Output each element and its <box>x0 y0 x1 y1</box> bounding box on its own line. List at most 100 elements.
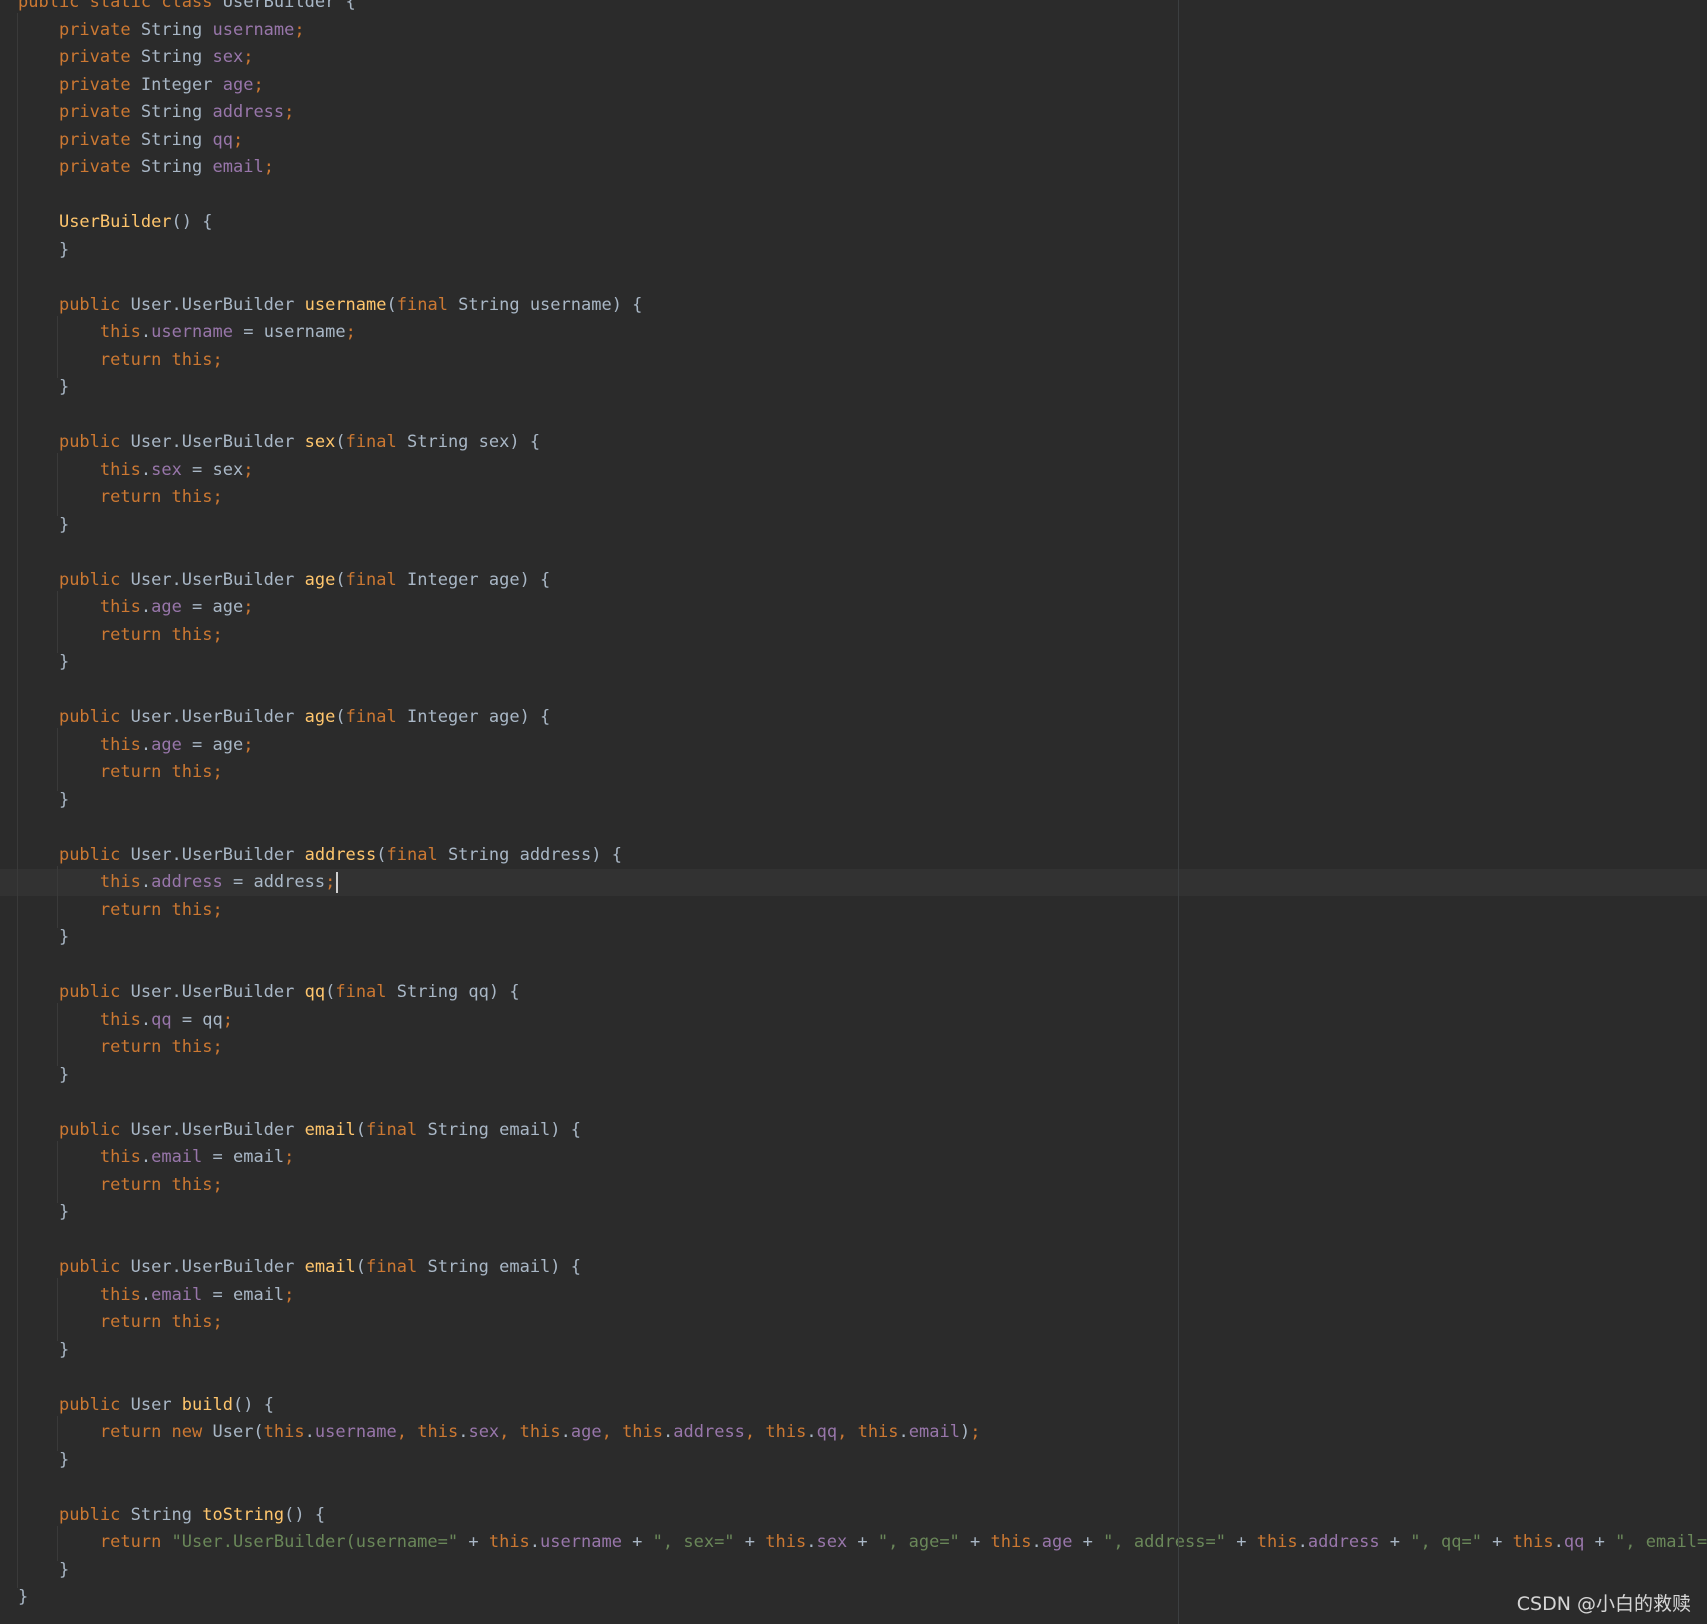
code-token: String qq) { <box>396 982 520 1002</box>
code-line[interactable]: private Integer age; <box>18 72 264 99</box>
code-line[interactable]: } <box>18 1557 69 1584</box>
code-line[interactable]: public User.UserBuilder sex(final String… <box>18 429 540 456</box>
code-line[interactable]: } <box>18 787 69 814</box>
code-editor[interactable]: public static class UserBuilder { privat… <box>0 0 1707 1624</box>
code-line[interactable]: return this; <box>18 622 223 649</box>
code-line[interactable]: this.email = email; <box>18 1282 295 1309</box>
code-token: UserBuilder { <box>222 0 356 12</box>
code-line[interactable]: UserBuilder() { <box>18 209 213 236</box>
code-line[interactable]: public User.UserBuilder address(final St… <box>18 842 622 869</box>
code-line[interactable]: } <box>18 924 69 951</box>
code-line[interactable]: return this; <box>18 759 223 786</box>
code-token: final <box>366 1119 428 1140</box>
code-line[interactable]: return this; <box>18 1309 223 1336</box>
code-token: . <box>140 872 152 892</box>
code-token: ( <box>335 707 346 727</box>
code-token: private <box>58 47 141 67</box>
code-line[interactable]: this.age = age; <box>18 732 254 759</box>
code-line[interactable]: public String toString() { <box>18 1502 325 1529</box>
code-token: address <box>673 1422 745 1442</box>
code-token: ; <box>243 597 254 617</box>
code-line[interactable]: } <box>18 237 69 264</box>
code-line[interactable]: this.email = email; <box>18 1144 295 1171</box>
code-line[interactable]: public static class UserBuilder { <box>18 0 356 16</box>
code-line[interactable]: this.qq = qq; <box>18 1007 233 1034</box>
code-token: username <box>212 19 295 40</box>
code-line[interactable]: return this; <box>18 1172 223 1199</box>
code-token: UserBuilder <box>58 212 172 232</box>
code-token: . <box>140 459 152 480</box>
code-line[interactable]: } <box>18 1584 28 1611</box>
code-token: private <box>58 129 141 150</box>
code-line[interactable]: return new User(this.username, this.sex,… <box>18 1419 981 1446</box>
code-token: username <box>151 322 233 342</box>
code-line[interactable]: return this; <box>18 1034 223 1061</box>
code-line[interactable]: public User build() { <box>18 1392 274 1419</box>
code-token: . <box>529 1532 541 1552</box>
code-token: . <box>560 1422 571 1442</box>
code-line[interactable]: } <box>18 1062 69 1089</box>
code-line[interactable]: public User.UserBuilder email(final Stri… <box>18 1254 581 1281</box>
code-line[interactable]: } <box>18 1199 69 1226</box>
code-token: ", qq=" <box>1410 1532 1482 1552</box>
code-token: . <box>458 1422 469 1442</box>
code-line[interactable]: this.sex = sex; <box>18 457 254 484</box>
code-line[interactable]: public User.UserBuilder username(final S… <box>18 292 642 319</box>
code-line[interactable]: } <box>18 1447 69 1474</box>
code-line[interactable]: private String qq; <box>18 127 243 154</box>
code-token: String <box>140 47 213 67</box>
code-token: this <box>99 459 141 480</box>
code-line[interactable]: } <box>18 1337 69 1364</box>
code-token: String <box>140 102 213 122</box>
code-token: age <box>151 597 182 617</box>
code-token: this <box>990 1532 1032 1552</box>
code-line[interactable]: return "User.UserBuilder(username=" + th… <box>18 1529 1707 1556</box>
code-line[interactable]: this.age = age; <box>18 594 254 621</box>
code-token: User.UserBuilder <box>130 1257 305 1277</box>
code-token: address <box>151 872 223 892</box>
code-token: = sex <box>181 459 244 480</box>
code-token: String email) { <box>427 1119 581 1140</box>
code-line[interactable]: return this; <box>18 897 223 924</box>
code-token: ; <box>970 1422 981 1442</box>
code-line[interactable]: this.username = username; <box>18 319 356 346</box>
code-line[interactable]: public User.UserBuilder email(final Stri… <box>18 1117 581 1144</box>
code-line[interactable]: } <box>18 512 69 539</box>
code-token: ; <box>284 1284 295 1305</box>
code-line[interactable]: private String username; <box>18 17 305 44</box>
code-line[interactable]: public User.UserBuilder age(final Intege… <box>18 567 550 594</box>
code-token: ; <box>325 872 336 892</box>
code-line[interactable]: return this; <box>18 484 223 511</box>
code-token: User.UserBuilder <box>130 432 305 452</box>
right-margin-guide <box>1178 0 1179 1624</box>
code-token: . <box>806 1532 817 1552</box>
code-token: this <box>1512 1532 1554 1552</box>
code-line[interactable]: private String sex; <box>18 44 254 71</box>
code-line[interactable]: public User.UserBuilder qq(final String … <box>18 979 520 1006</box>
code-line[interactable]: return this; <box>18 347 223 374</box>
code-line[interactable]: } <box>18 374 69 401</box>
code-line[interactable]: private String address; <box>18 99 294 126</box>
code-token: ) <box>959 1422 971 1442</box>
code-line[interactable]: } <box>18 649 69 676</box>
code-token: = age <box>181 597 244 617</box>
code-token: ; <box>243 734 254 755</box>
code-token: } <box>18 1339 70 1360</box>
code-token: User.UserBuilder <box>130 1119 305 1140</box>
code-token: qq <box>212 129 233 150</box>
code-token: + <box>1225 1532 1257 1552</box>
code-line[interactable]: public User.UserBuilder age(final Intege… <box>18 704 550 731</box>
code-token: return this; <box>99 1037 223 1057</box>
code-line[interactable]: private String email; <box>18 154 274 181</box>
code-token: . <box>304 1422 315 1442</box>
code-token: this <box>99 734 141 755</box>
code-token: return this; <box>99 349 223 370</box>
code-line[interactable]: this.address = address; <box>18 869 339 896</box>
code-token: ", address=" <box>1103 1532 1226 1552</box>
